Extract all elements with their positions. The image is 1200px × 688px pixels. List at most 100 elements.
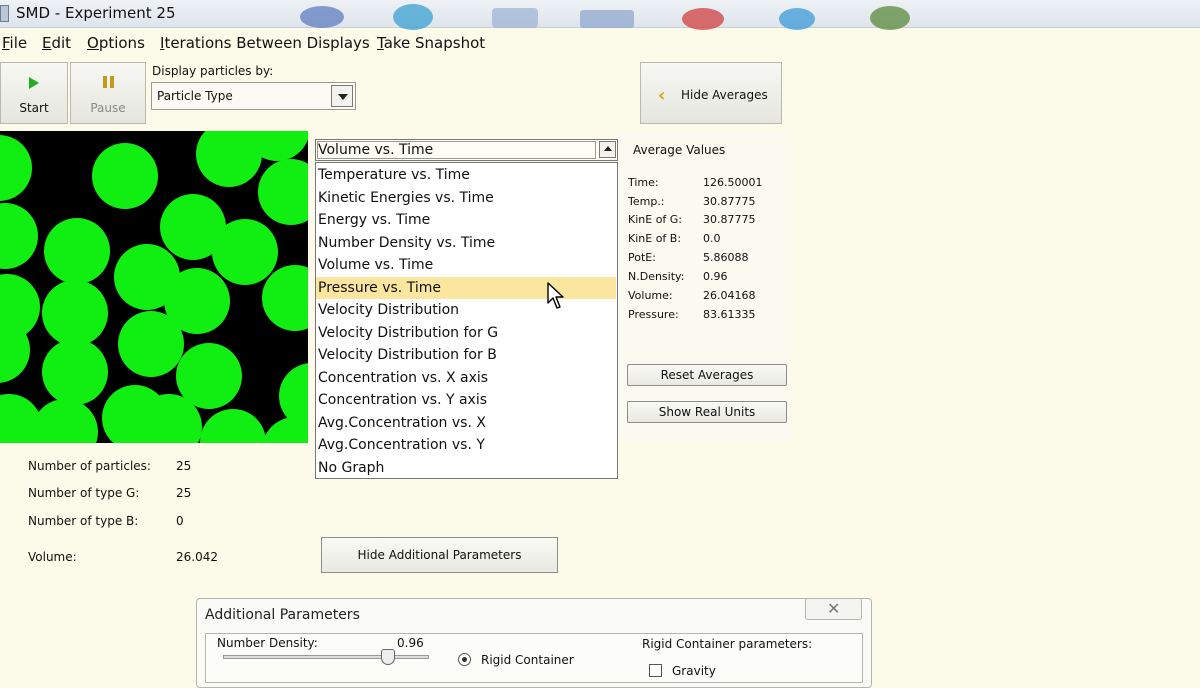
avg-label-temp: Temp.: (628, 195, 665, 208)
avg-value-pote: 5.86088 (703, 251, 749, 264)
pause-icon (103, 76, 107, 88)
hide-additional-parameters-button[interactable]: Hide Additional Parameters (321, 537, 558, 573)
particle (42, 339, 108, 405)
avg-value-ndensity: 0.96 (703, 270, 728, 283)
menu-options[interactable]: Options (87, 34, 145, 52)
graph-option[interactable]: Velocity Distribution for G (316, 322, 616, 344)
graph-type-dropdown-button[interactable] (599, 141, 616, 158)
stat-value-type-g: 25 (176, 486, 192, 500)
start-label: Start (19, 101, 49, 115)
particle (32, 399, 98, 443)
graph-type-value: Volume vs. Time (318, 142, 434, 158)
particle (262, 417, 308, 443)
particle (200, 409, 266, 443)
particle (258, 159, 308, 225)
graph-option[interactable]: Avg.Concentration vs. Y (316, 434, 616, 456)
stat-label-particles: Number of particles: (28, 459, 151, 473)
graph-option[interactable]: Avg.Concentration vs. X (316, 412, 616, 434)
rigid-container-label: Rigid Container (481, 653, 574, 667)
stat-value-particles: 25 (176, 459, 192, 473)
graph-option[interactable]: Energy vs. Time (316, 209, 616, 231)
number-density-slider-thumb[interactable] (381, 649, 395, 665)
avg-value-kine-b: 0.0 (703, 232, 721, 245)
stat-label-type-g: Number of type G: (28, 486, 140, 500)
stat-label-type-b: Number of type B: (28, 514, 139, 528)
avg-label-kine-b: KinE of B: (628, 232, 682, 245)
graph-option[interactable]: Volume vs. Time (316, 254, 616, 276)
menu-file[interactable]: File (2, 34, 27, 52)
avg-value-pressure: 83.61335 (703, 308, 756, 321)
particle (262, 265, 308, 331)
display-by-label: Display particles by: (152, 64, 274, 78)
menu-iterations[interactable]: Iterations Between Displays (160, 34, 370, 52)
close-icon: ✕ (827, 599, 841, 618)
avg-value-volume: 26.04168 (703, 289, 756, 302)
desktop-icon (580, 10, 634, 28)
app-icon (0, 5, 9, 22)
graph-option[interactable]: Concentration vs. X axis (316, 367, 616, 389)
graph-option[interactable]: Temperature vs. Time (316, 164, 616, 186)
particle (0, 135, 32, 201)
display-by-select[interactable]: Particle Type (151, 82, 356, 110)
display-by-dropdown-button[interactable] (331, 85, 353, 107)
graph-option[interactable]: No Graph (316, 457, 616, 479)
desktop-icon (779, 8, 815, 30)
gravity-checkbox[interactable] (649, 664, 662, 677)
hide-averages-button[interactable]: ‹ Hide Averages (640, 62, 782, 124)
menu-edit[interactable]: Edit (42, 34, 71, 52)
chevron-down-icon (338, 94, 348, 100)
graph-option[interactable]: Velocity Distribution (316, 299, 616, 321)
hide-averages-label: Hide Averages (681, 88, 768, 102)
desktop-icon (492, 8, 538, 28)
graph-type-select[interactable]: Volume vs. Time (315, 139, 618, 161)
avg-label-volume: Volume: (628, 289, 673, 302)
avg-label-pressure: Pressure: (628, 308, 679, 321)
avg-label-kine-g: KinE of G: (628, 213, 683, 226)
particle (42, 280, 108, 346)
close-button[interactable]: ✕ (805, 598, 862, 620)
avg-label-ndensity: N.Density: (628, 270, 685, 283)
number-density-value: 0.96 (397, 636, 424, 650)
desktop-icon (682, 8, 724, 30)
number-density-label: Number Density: (217, 636, 318, 650)
particle (0, 203, 38, 269)
mouse-cursor-icon (547, 282, 564, 309)
graph-type-list: Temperature vs. Time Kinetic Energies vs… (315, 162, 618, 479)
avg-label-pote: PotE: (628, 251, 656, 264)
stat-label-volume: Volume: (28, 550, 77, 564)
graph-option-highlighted[interactable]: Pressure vs. Time (316, 276, 616, 299)
desktop-icon (300, 6, 344, 28)
avg-value-kine-g: 30.87775 (703, 213, 756, 226)
title-bar: SMD - Experiment 25 (0, 0, 1200, 30)
avg-value-temp: 30.87775 (703, 195, 756, 208)
particle (44, 218, 110, 284)
particle (118, 311, 184, 377)
menu-take-snapshot[interactable]: Take Snapshot (377, 34, 485, 52)
stat-value-type-b: 0 (176, 514, 184, 528)
additional-parameters-title: Additional Parameters (205, 607, 360, 623)
particle (212, 219, 278, 285)
stat-value-volume: 26.042 (176, 550, 218, 564)
avg-value-time: 126.50001 (703, 176, 763, 189)
graph-option[interactable]: Velocity Distribution for B (316, 344, 616, 366)
menu-bar: File Edit Options Iterations Between Dis… (0, 28, 1200, 58)
show-real-units-button[interactable]: Show Real Units (627, 401, 787, 423)
particle (92, 143, 158, 209)
globe-icon (393, 4, 433, 30)
number-density-slider[interactable] (223, 655, 429, 659)
rigid-container-radio[interactable] (458, 653, 471, 666)
gravity-label: Gravity (672, 664, 716, 678)
pause-button[interactable]: Pause (70, 62, 146, 124)
display-by-value: Particle Type (157, 89, 233, 103)
graph-option[interactable]: Concentration vs. Y axis (316, 389, 616, 411)
graph-option[interactable]: Number Density vs. Time (316, 232, 616, 254)
chevron-up-icon (604, 146, 612, 151)
start-button[interactable]: Start (0, 62, 68, 124)
graph-option[interactable]: Kinetic Energies vs. Time (316, 187, 616, 209)
play-icon (29, 77, 39, 89)
reset-averages-button[interactable]: Reset Averages (627, 364, 787, 386)
pause-icon (110, 76, 114, 88)
window-title: SMD - Experiment 25 (16, 4, 176, 22)
desktop-icon (870, 6, 910, 30)
chevron-left-icon: ‹ (658, 85, 666, 106)
